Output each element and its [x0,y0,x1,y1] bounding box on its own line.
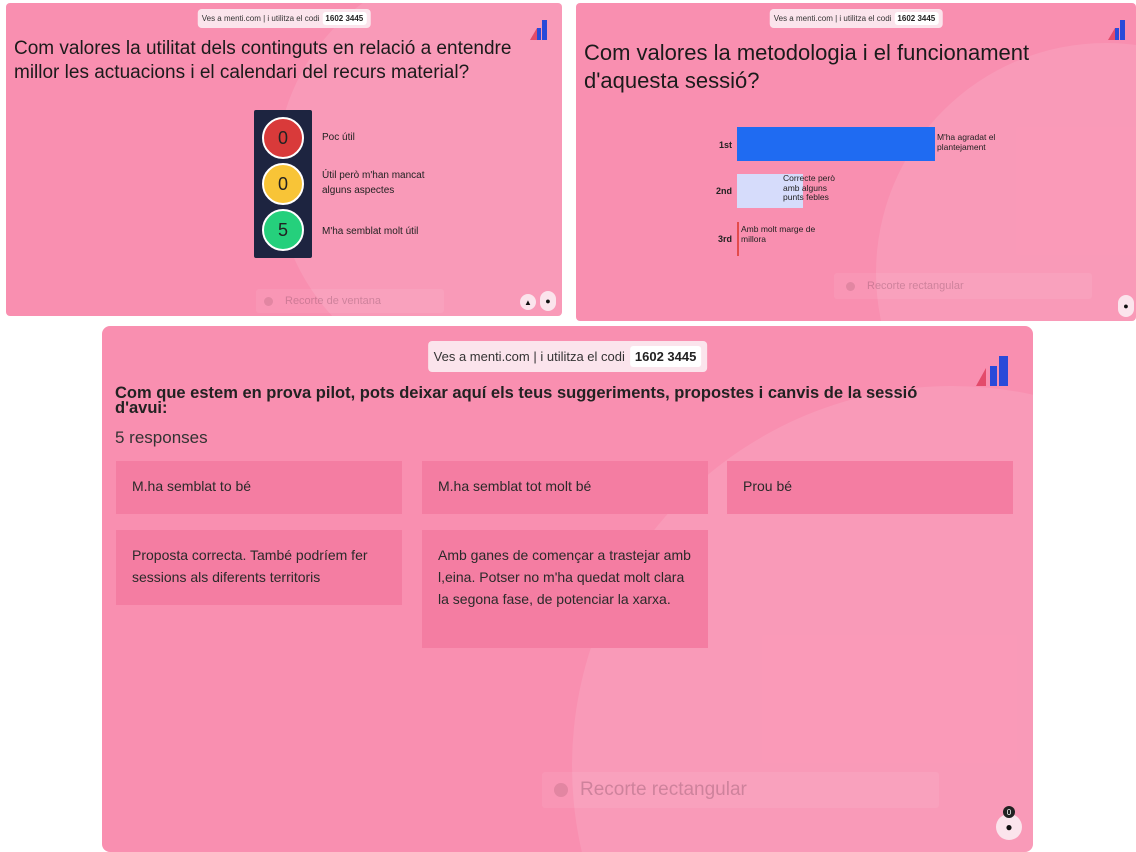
response-card: M.ha semblat to bé [116,461,402,514]
question-title: Com valores la metodologia i el funciona… [584,40,1030,93]
response-card: Proposta correcta. També podríem fer ses… [116,530,402,605]
light-molt-util: 5 [262,209,304,251]
screen-snip-overlay: Recorte rectangular [834,273,1092,299]
slide-usefulness: Ves a menti.com | i utilitza el codi 160… [6,3,562,316]
join-instructions: Ves a menti.com | i utilitza el codi 160… [197,9,371,28]
snip-label: Recorte rectangular [867,280,964,292]
response-card: Amb ganes de començar a trastejar amb l,… [422,530,708,648]
mentimeter-logo [976,356,1010,386]
snip-label: Recorte de ventana [285,295,382,307]
bar-label: Correcte però amb alguns punts febles [783,173,835,202]
rank-label: 3rd [717,234,732,244]
join-text: Ves a menti.com | i utilitza el codi [201,14,320,23]
join-text: Ves a menti.com | i utilitza el codi [773,14,892,23]
screen-snip-overlay: Recorte de ventana [256,289,444,313]
join-instructions: Ves a menti.com | i utilitza el codi 160… [769,9,943,28]
join-instructions: Ves a menti.com | i utilitza el codi 160… [427,341,708,372]
slide-methodology: Ves a menti.com | i utilitza el codi 160… [576,3,1136,321]
light-poc-util: 0 [262,117,304,159]
question-title: Com valores la utilitat dels continguts … [14,38,512,83]
reactions-button[interactable]: ▲ [520,294,536,310]
join-code: 1602 3445 [894,12,939,25]
option-label-molt-util: M'ha semblat molt útil [322,226,419,237]
traffic-light: 0 0 5 [254,110,312,258]
mentimeter-logo [1108,20,1126,40]
mentimeter-logo [530,20,548,40]
join-code: 1602 3445 [629,346,702,367]
response-count: 5 responses [115,428,208,447]
bar-rank-1 [737,127,935,161]
response-card: M.ha semblat tot molt bé [422,461,708,514]
bar-label: M'ha agradat el plantejament [937,132,996,152]
bar-rank-3 [737,222,739,256]
rank-label: 2nd [715,186,732,196]
participants-button[interactable]: ● [540,291,556,311]
snip-label: Recorte rectangular [580,779,747,800]
question-title: Com que estem en prova pilot, pots deixa… [115,384,918,417]
rank-label: 1st [718,140,732,150]
participants-button[interactable]: ● [1118,295,1134,317]
slide-suggestions: Ves a menti.com | i utilitza el codi 160… [102,326,1033,852]
light-util-mancat: 0 [262,163,304,205]
option-label-util-mancat: Útil però m'han mancat alguns aspectes [322,170,425,196]
join-code: 1602 3445 [322,12,367,25]
bar-label: Amb molt marge de millora [741,224,816,244]
screen-snip-overlay: Recorte rectangular [542,772,939,808]
participants-count-badge: 0 [1003,806,1015,818]
join-text: Ves a menti.com | i utilitza el codi [433,349,625,364]
option-label-poc-util: Poc útil [322,132,355,143]
response-card: Prou bé [727,461,1013,514]
